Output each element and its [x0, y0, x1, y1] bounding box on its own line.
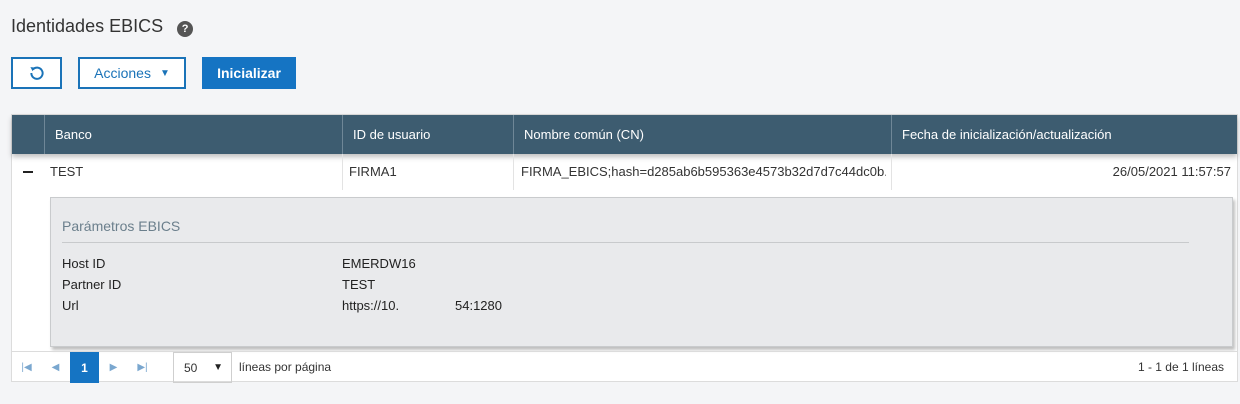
page-title: Identidades EBICS: [11, 16, 164, 36]
refresh-button[interactable]: [11, 57, 62, 89]
param-value-url-end: 54:1280: [455, 298, 502, 313]
next-page-icon[interactable]: ▶: [99, 352, 128, 383]
table-row[interactable]: TEST FIRMA1 FIRMA_EBICS;hash=d285ab6b595…: [12, 154, 1237, 190]
param-value-partner-id: TEST: [342, 277, 376, 292]
last-page-icon[interactable]: ▶|: [128, 352, 157, 383]
previous-page-icon[interactable]: ◀: [41, 352, 70, 383]
actions-dropdown[interactable]: Acciones ▼: [78, 57, 186, 89]
first-page-icon[interactable]: |◀: [12, 352, 41, 383]
column-divider: [891, 154, 892, 190]
param-value-url-start: https://10.: [342, 298, 400, 313]
page-title-container: Identidades EBICS ?: [11, 16, 194, 37]
row-detail-panel: Parámetros EBICS Host ID EMERDW16 Partne…: [50, 197, 1233, 347]
column-header-date[interactable]: Fecha de inicialización/actualización: [891, 115, 1239, 154]
param-value-host-id: EMERDW16: [342, 256, 416, 271]
caret-down-icon: ▼: [213, 362, 223, 373]
page-size-select[interactable]: 50 ▼: [173, 352, 232, 383]
initialize-button[interactable]: Inicializar: [202, 57, 296, 89]
question-circle-icon[interactable]: ?: [177, 20, 194, 37]
column-header-bank[interactable]: Banco: [44, 115, 341, 154]
column-divider: [513, 154, 514, 190]
cell-date: 26/05/2021 11:57:57: [1112, 164, 1231, 179]
actions-label: Acciones: [94, 65, 151, 81]
caret-down-icon: ▼: [159, 67, 170, 79]
page-size-label: líneas por página: [239, 360, 332, 374]
cell-bank: TEST: [50, 164, 84, 179]
cell-common-name: FIRMA_EBICS;hash=d285ab6b595363e4573b32d…: [521, 164, 886, 179]
param-label-url: Url: [62, 298, 79, 313]
page-size-value: 50: [184, 360, 198, 375]
pagination-bar: |◀ ◀ 1 ▶ ▶| 50 ▼ líneas por página 1 - 1…: [12, 351, 1237, 383]
detail-title: Parámetros EBICS: [62, 218, 181, 234]
page-button-current[interactable]: 1: [70, 352, 99, 383]
ebics-identities-table: Banco ID de usuario Nombre común (CN) Fe…: [11, 114, 1238, 383]
detail-divider: [62, 242, 1189, 243]
pagination-summary: 1 - 1 de 1 líneas: [1137, 360, 1224, 374]
refresh-icon: [29, 66, 44, 80]
table-header: Banco ID de usuario Nombre común (CN) Fe…: [12, 115, 1237, 154]
column-divider: [342, 154, 343, 190]
cell-user-id: FIRMA1: [349, 164, 397, 179]
param-label-partner-id: Partner ID: [62, 277, 122, 292]
param-label-host-id: Host ID: [62, 256, 106, 271]
column-header-common-name[interactable]: Nombre común (CN): [513, 115, 892, 154]
column-header-user-id[interactable]: ID de usuario: [342, 115, 513, 154]
collapse-row-icon[interactable]: [23, 171, 33, 173]
